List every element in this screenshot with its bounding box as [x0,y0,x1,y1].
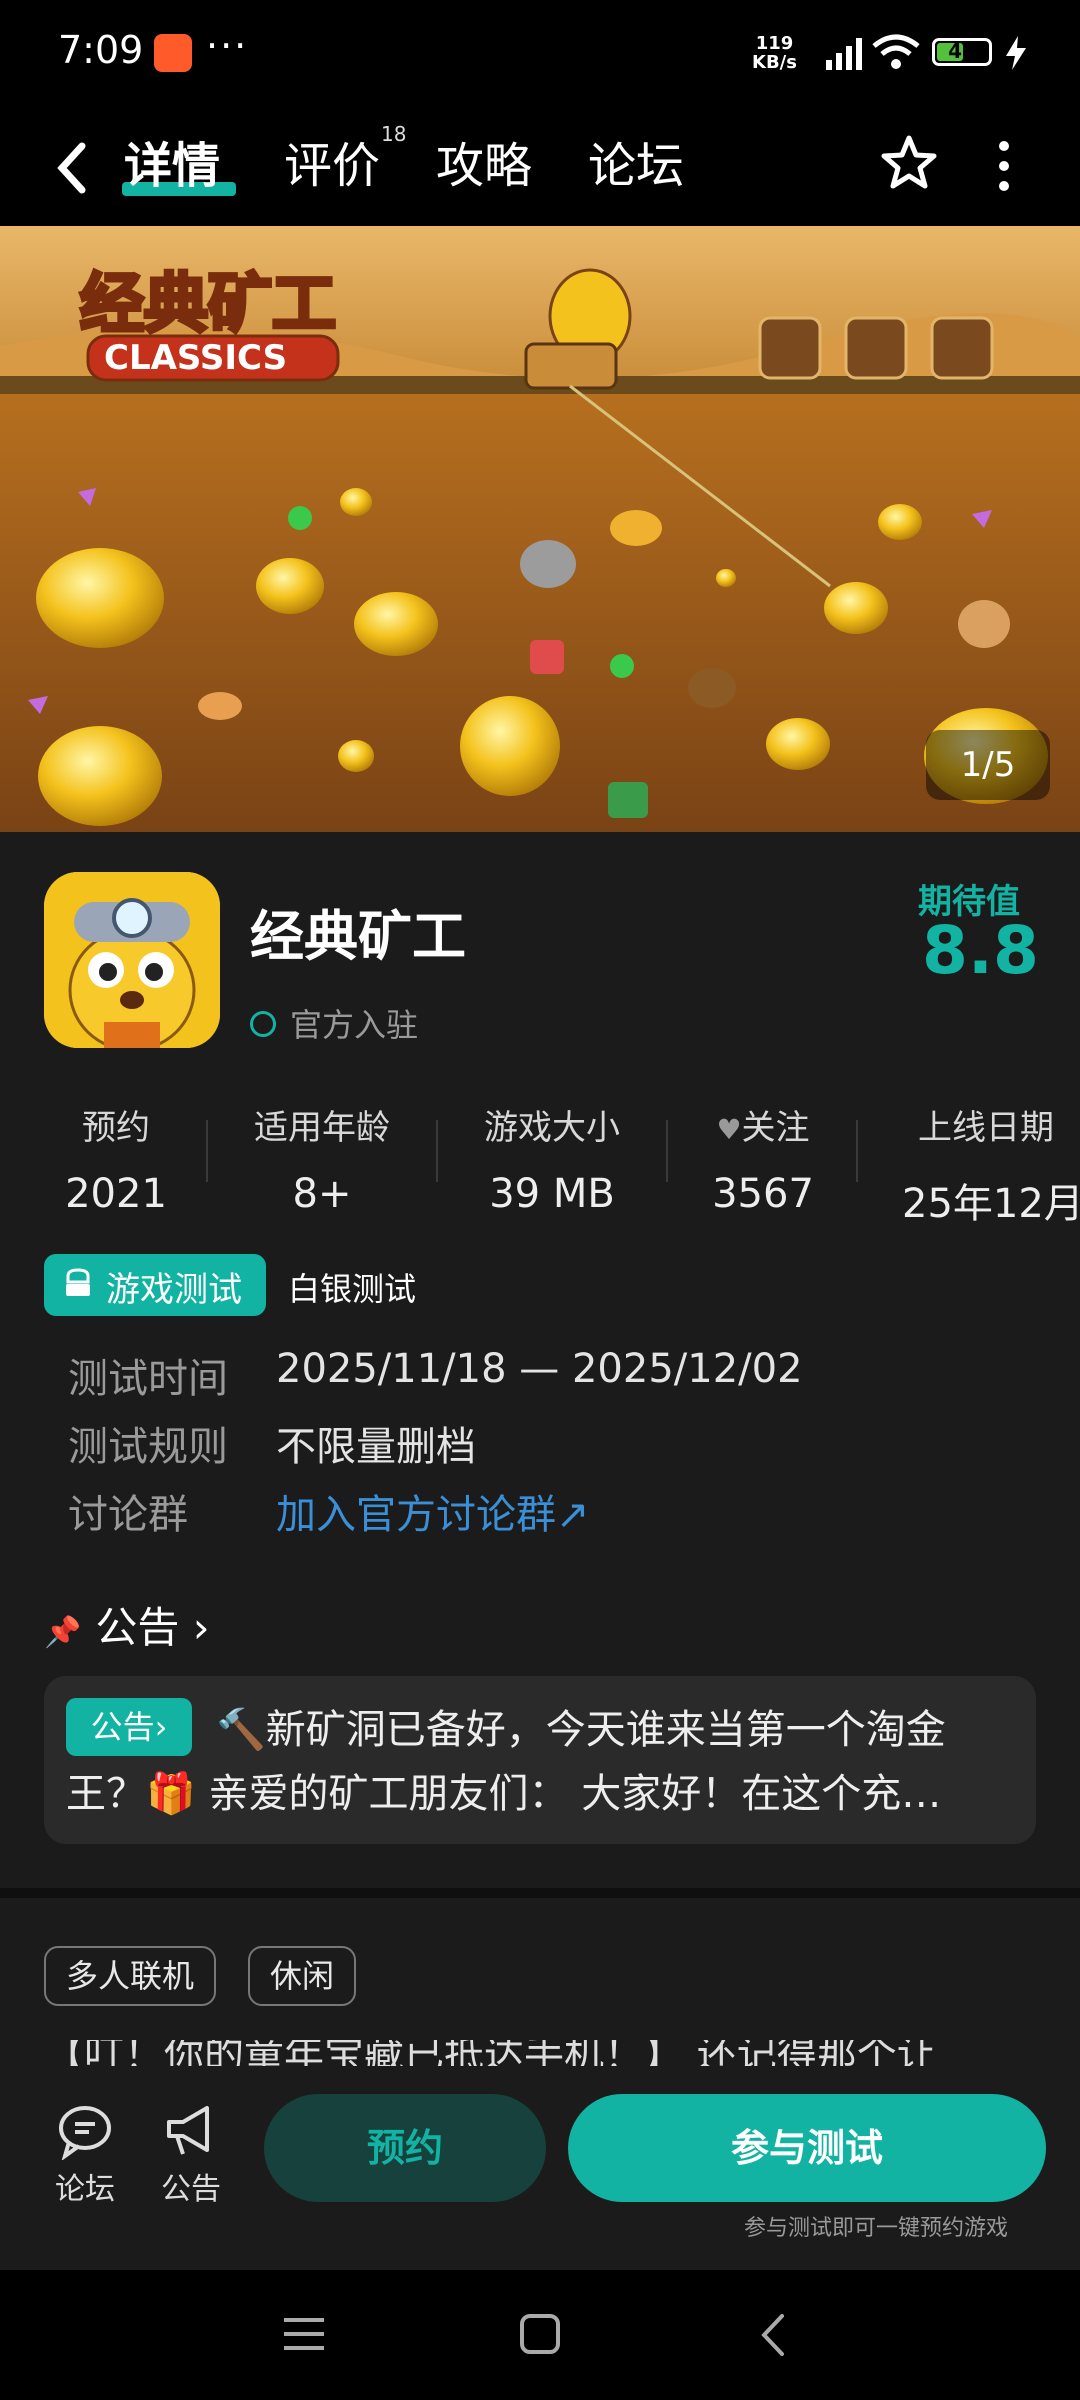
wifi-icon [872,34,920,69]
expectation-score: 8.8 [922,912,1039,989]
join-discussion-link[interactable]: 加入官方讨论群↗ [276,1482,590,1540]
test-time-value: 2025/11/18 — 2025/12/02 [276,1346,803,1392]
stat-release-date: 上线日期 25年12月 [902,1108,1080,1227]
divider [436,1120,438,1182]
section-divider [0,1888,1080,1898]
test-time-label: 测试时间 [68,1356,228,1402]
divider [206,1120,208,1182]
test-rule-value: 不限量删档 [276,1424,476,1470]
back-icon[interactable] [52,140,92,196]
screenshot-carousel[interactable]: 经典矿工 CLASSICS 1/5 [0,226,1080,832]
more-notifications-icon: ··· [206,24,249,68]
notice-button[interactable]: 公告 [146,2100,236,2208]
tab-details[interactable]: 详情 [124,126,220,196]
app-icon [44,872,220,1048]
clock: 7:09 [58,28,144,72]
announcement-header[interactable]: 📌 公告 › [44,1594,210,1655]
reviews-count-badge: 18 [381,122,407,146]
home-icon[interactable] [518,2312,562,2356]
battery-icon: 49 [932,38,992,66]
stat-age-rating: 适用年龄 8+ [254,1108,390,1217]
megaphone-icon [167,2106,209,2155]
game-description: 【叮！你的童年宝藏已抵达手机！】 还记得那个让 [44,2040,937,2066]
verified-badge: 官方入驻 [250,1000,418,1046]
notification-app-icon [154,34,192,72]
stats-row: 预约 2021 适用年龄 8+ 游戏大小 39 MB ♥关注 3567 上线日期… [0,1100,1080,1227]
tab-forum[interactable]: 论坛 [588,126,684,196]
signal-icon [826,38,862,70]
menu-icon[interactable] [282,2314,326,2354]
back-nav-icon[interactable] [756,2312,792,2358]
stat-game-size: 游戏大小 39 MB [484,1108,620,1217]
tag-multiplayer[interactable]: 多人联机 [44,1946,217,2006]
discussion-group-label: 讨论群 [68,1492,188,1538]
announcement-text: 🔨新矿洞已备好，今天谁来当第一个淘金王？🎁 亲爱的矿工朋友们： 大家好！在这个充… [66,1707,946,1817]
game-screenshot: 经典矿工 CLASSICS [0,226,1080,832]
network-speed: 119 KB/s [752,33,797,73]
stat-followers: ♥关注 3567 [712,1108,814,1217]
status-bar: 7:09 ··· 119 KB/s 49 [0,0,1080,110]
app-name: 经典矿工 [250,905,466,968]
charging-icon [1006,36,1026,70]
system-nav-bar [0,2270,1080,2400]
pin-icon: 📌 [44,1615,82,1650]
divider [856,1120,858,1182]
test-icon [66,1268,90,1296]
check-circle-icon [250,1011,276,1037]
game-test-badge: 游戏测试 [44,1254,266,1316]
top-nav: 详情 评价 18 攻略 论坛 [0,110,1080,226]
tab-reviews[interactable]: 评价 [284,126,380,196]
heart-plus-icon: ♥ [716,1113,742,1146]
chat-bubble-icon [59,2106,111,2161]
announcement-tag: 公告› [66,1698,192,1756]
reserve-button[interactable]: 预约 [264,2094,546,2202]
join-test-button[interactable]: 参与测试 [568,2094,1046,2202]
banner-logo-en: CLASSICS [104,338,287,378]
announcement-card[interactable]: 🔨新矿洞已备好，今天谁来当第一个淘金王？🎁 亲爱的矿工朋友们： 大家好！在这个充… [44,1676,1036,1844]
test-rule-label: 测试规则 [68,1424,228,1470]
banner-logo-cn: 经典矿工 [80,268,336,342]
forum-button[interactable]: 论坛 [40,2100,130,2208]
tag-casual[interactable]: 休闲 [248,1946,357,2006]
stat-reservations: 预约 2021 [65,1108,167,1217]
more-options-icon[interactable] [992,136,1016,196]
join-test-hint: 参与测试即可一键预约游戏 [744,2216,1009,2241]
carousel-pager: 1/5 [926,730,1050,800]
favorite-star-icon[interactable] [878,132,940,194]
tab-guides[interactable]: 攻略 [436,126,532,196]
test-type: 白银测试 [288,1270,417,1308]
divider [666,1120,668,1182]
